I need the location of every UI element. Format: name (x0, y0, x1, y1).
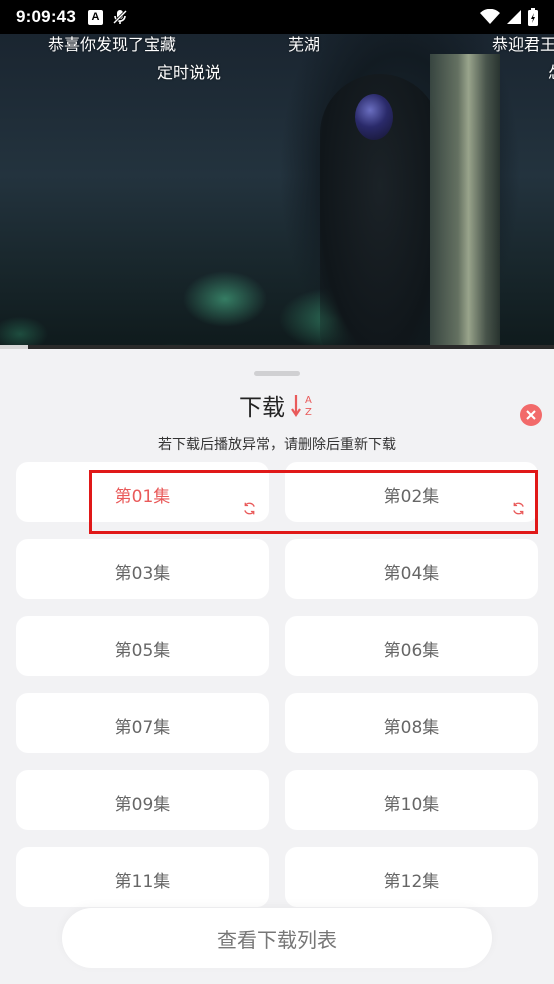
mic-off-icon (112, 9, 128, 25)
a-notification-icon: A (88, 9, 103, 25)
episode-button[interactable]: 第06集 (285, 616, 538, 676)
episode-label: 第08集 (383, 718, 440, 738)
episode-label: 第12集 (383, 872, 440, 892)
episode-button[interactable]: 第05集 (16, 616, 269, 676)
status-icons (480, 8, 538, 26)
episode-button[interactable]: 第10集 (285, 770, 538, 830)
wifi-icon (480, 9, 500, 24)
sheet-header: 下载 A Z (0, 388, 554, 422)
danmaku-comment: 怂 (548, 59, 554, 83)
episode-button[interactable]: 第04集 (285, 539, 538, 599)
video-progress-fill (0, 345, 28, 349)
video-player[interactable]: 恭喜你发现了宝藏 芜湖 恭迎君王 定时说说 怂 (0, 34, 554, 349)
episode-button[interactable]: 第07集 (16, 693, 269, 753)
download-sheet: 下载 A Z 若下载后播放异常，请删除后重新下载 第01集 第02集 第03集 … (0, 354, 554, 984)
episode-label: 第06集 (383, 641, 440, 661)
highlight-box (89, 470, 538, 534)
close-button[interactable] (520, 404, 542, 426)
danmaku-comment: 恭迎君王 (492, 35, 554, 54)
video-progress-bar[interactable] (0, 345, 554, 349)
episode-label: 第11集 (114, 872, 171, 892)
episode-button[interactable]: 第03集 (16, 539, 269, 599)
danmaku-comment: 芜湖 (288, 35, 321, 54)
view-download-list-label: 查看下载列表 (217, 927, 337, 952)
close-icon (526, 410, 536, 420)
status-time: 9:09:43 (16, 7, 76, 26)
download-hint: 若下载后播放异常，请删除后重新下载 (158, 437, 396, 453)
video-scene-tree (430, 54, 500, 349)
episode-label: 第10集 (383, 795, 440, 815)
danmaku-comment: 恭喜你发现了宝藏 (48, 35, 177, 54)
svg-text:Z: Z (305, 407, 312, 418)
status-bar: 9:09:43 A (0, 0, 554, 34)
sheet-title: 下载 (239, 395, 285, 421)
episode-button[interactable]: 第09集 (16, 770, 269, 830)
battery-icon (528, 8, 538, 26)
svg-text:A: A (305, 395, 312, 406)
episode-button[interactable]: 第08集 (285, 693, 538, 753)
episode-label: 第07集 (114, 718, 171, 738)
episode-label: 第09集 (114, 795, 171, 815)
episode-label: 第03集 (114, 564, 171, 584)
video-scene-orb (355, 94, 393, 140)
view-download-list-button[interactable]: 查看下载列表 (62, 908, 492, 968)
episode-button[interactable]: 第12集 (285, 847, 538, 907)
sort-az-icon[interactable]: A Z (291, 392, 315, 418)
episode-button[interactable]: 第11集 (16, 847, 269, 907)
episode-label: 第05集 (114, 641, 171, 661)
episode-label: 第04集 (383, 564, 440, 584)
danmaku-comment: 定时说说 (157, 63, 222, 82)
sheet-drag-handle[interactable] (254, 371, 300, 376)
signal-icon (507, 10, 521, 24)
